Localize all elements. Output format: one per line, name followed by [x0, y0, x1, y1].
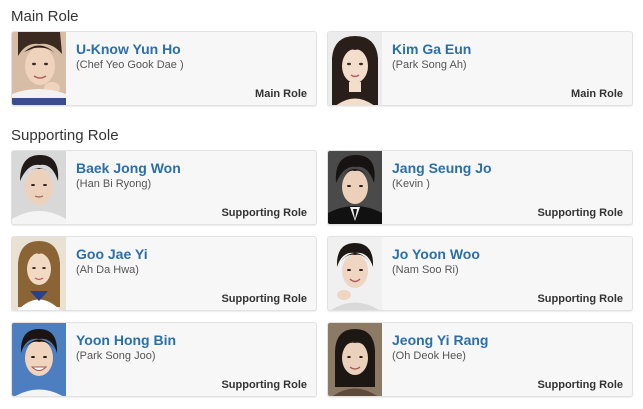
character-name: (Park Song Ah) — [392, 59, 467, 71]
character-name: (Chef Yeo Gook Dae ) — [76, 59, 184, 71]
actor-photo[interactable] — [328, 323, 382, 396]
cast-card-jeong-yi-rang[interactable]: Jeong Yi Rang (Oh Deok Hee) Supporting R… — [327, 322, 633, 397]
actor-photo[interactable] — [12, 32, 66, 105]
cast-card-baek-jong-won[interactable]: Baek Jong Won (Han Bi Ryong) Supporting … — [11, 150, 317, 225]
actor-name[interactable]: Jo Yoon Woo — [392, 246, 480, 262]
character-name: (Kevin ) — [392, 178, 430, 190]
cast-card-yunho[interactable]: U-Know Yun Ho (Chef Yeo Gook Dae ) Main … — [11, 31, 317, 106]
actor-photo[interactable] — [12, 151, 66, 224]
supporting-role-heading: Supporting Role — [11, 127, 119, 144]
character-name: (Han Bi Ryong) — [76, 178, 152, 190]
character-name: (Ah Da Hwa) — [76, 264, 139, 276]
cast-card-kim-ga-eun[interactable]: Kim Ga Eun (Park Song Ah) Main Role — [327, 31, 633, 106]
role-label: Supporting Role — [537, 207, 623, 219]
actor-name[interactable]: Goo Jae Yi — [76, 246, 148, 262]
role-label: Supporting Role — [221, 293, 307, 305]
role-label: Main Role — [255, 88, 307, 100]
role-label: Supporting Role — [537, 293, 623, 305]
actor-photo[interactable] — [328, 151, 382, 224]
actor-photo[interactable] — [328, 237, 382, 310]
actor-photo[interactable] — [328, 32, 382, 105]
character-name: (Park Song Joo) — [76, 350, 156, 362]
character-name: (Nam Soo Ri) — [392, 264, 459, 276]
actor-name[interactable]: Kim Ga Eun — [392, 41, 471, 57]
actor-name[interactable]: Jang Seung Jo — [392, 160, 492, 176]
role-label: Supporting Role — [221, 207, 307, 219]
actor-name[interactable]: U-Know Yun Ho — [76, 41, 181, 57]
actor-photo[interactable] — [12, 237, 66, 310]
main-role-heading: Main Role — [11, 8, 79, 25]
cast-card-jang-seung-jo[interactable]: Jang Seung Jo (Kevin ) Supporting Role — [327, 150, 633, 225]
role-label: Supporting Role — [221, 379, 307, 391]
character-name: (Oh Deok Hee) — [392, 350, 466, 362]
actor-photo[interactable] — [12, 323, 66, 396]
actor-name[interactable]: Jeong Yi Rang — [392, 332, 488, 348]
cast-card-jo-yoon-woo[interactable]: Jo Yoon Woo (Nam Soo Ri) Supporting Role — [327, 236, 633, 311]
actor-name[interactable]: Baek Jong Won — [76, 160, 181, 176]
cast-card-goo-jae-yi[interactable]: Goo Jae Yi (Ah Da Hwa) Supporting Role — [11, 236, 317, 311]
cast-card-yoon-hong-bin[interactable]: Yoon Hong Bin (Park Song Joo) Supporting… — [11, 322, 317, 397]
actor-name[interactable]: Yoon Hong Bin — [76, 332, 176, 348]
role-label: Supporting Role — [537, 379, 623, 391]
role-label: Main Role — [571, 88, 623, 100]
